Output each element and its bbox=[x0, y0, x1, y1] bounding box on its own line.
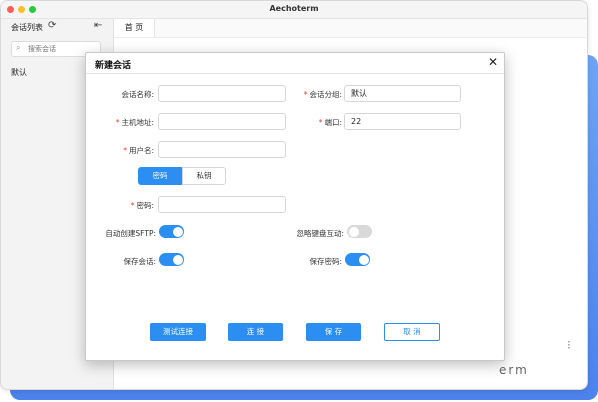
session-group-label: * 会话分组: bbox=[303, 90, 342, 99]
session-name-label: 会话名称: bbox=[121, 90, 154, 99]
resize-handle-icon: ⁝ bbox=[567, 338, 571, 352]
username-label: * 用户名: bbox=[123, 146, 154, 155]
dialog-title: 新建会话 bbox=[95, 61, 132, 71]
auth-method-switch: 密码 私钥 bbox=[138, 167, 226, 185]
app-window: Aechoterm 会话列表 ⟳ ⇤ ⌕ 默认 首 页 ⁝ erm 新建会话 ✕… bbox=[0, 0, 588, 390]
save-button[interactable]: 保 存 bbox=[306, 323, 361, 341]
ignore-keyboard-toggle[interactable] bbox=[347, 225, 372, 238]
auto-sftp-toggle[interactable] bbox=[159, 225, 184, 238]
connect-button[interactable]: 连 接 bbox=[228, 323, 283, 341]
save-password-toggle[interactable] bbox=[345, 253, 370, 266]
sidebar-group-default[interactable]: 默认 bbox=[11, 67, 27, 78]
tab-bar: 首 页 bbox=[114, 19, 587, 38]
partial-title-text: erm bbox=[499, 363, 529, 377]
port-label: * 端口: bbox=[318, 118, 342, 127]
sidebar-title: 会话列表 bbox=[11, 23, 43, 32]
refresh-icon[interactable]: ⟳ bbox=[48, 20, 56, 31]
port-input[interactable] bbox=[344, 113, 461, 130]
auth-tab-password[interactable]: 密码 bbox=[138, 167, 182, 185]
close-icon[interactable]: ✕ bbox=[488, 55, 498, 69]
test-connection-button[interactable]: 测试连接 bbox=[150, 323, 206, 341]
ignore-keyboard-label: 忽略键盘互动: bbox=[296, 229, 344, 238]
search-icon: ⌕ bbox=[16, 43, 21, 52]
session-group-input[interactable] bbox=[344, 85, 461, 102]
username-input[interactable] bbox=[158, 141, 286, 158]
save-session-label: 保存会话: bbox=[123, 257, 156, 266]
dialog-divider bbox=[86, 73, 504, 74]
host-input[interactable] bbox=[158, 113, 286, 130]
title-bar: Aechoterm bbox=[1, 1, 587, 19]
app-title: Aechoterm bbox=[269, 4, 319, 13]
password-input[interactable] bbox=[158, 196, 286, 213]
password-label: * 密码: bbox=[130, 201, 154, 210]
auth-tab-private-key[interactable]: 私钥 bbox=[182, 167, 226, 185]
save-password-label: 保存密码: bbox=[309, 257, 342, 266]
new-session-dialog: 新建会话 ✕ 会话名称: *会话分组: *主机地址: *端口: *用户名: 密码… bbox=[85, 52, 505, 361]
host-label: * 主机地址: bbox=[115, 118, 154, 127]
cancel-button[interactable]: 取 消 bbox=[384, 323, 440, 341]
tab-home[interactable]: 首 页 bbox=[114, 19, 155, 37]
auto-sftp-label: 自动创建SFTP: bbox=[105, 229, 156, 238]
session-name-input[interactable] bbox=[158, 85, 286, 102]
collapse-sidebar-icon[interactable]: ⇤ bbox=[94, 20, 102, 31]
save-session-toggle[interactable] bbox=[159, 253, 184, 266]
